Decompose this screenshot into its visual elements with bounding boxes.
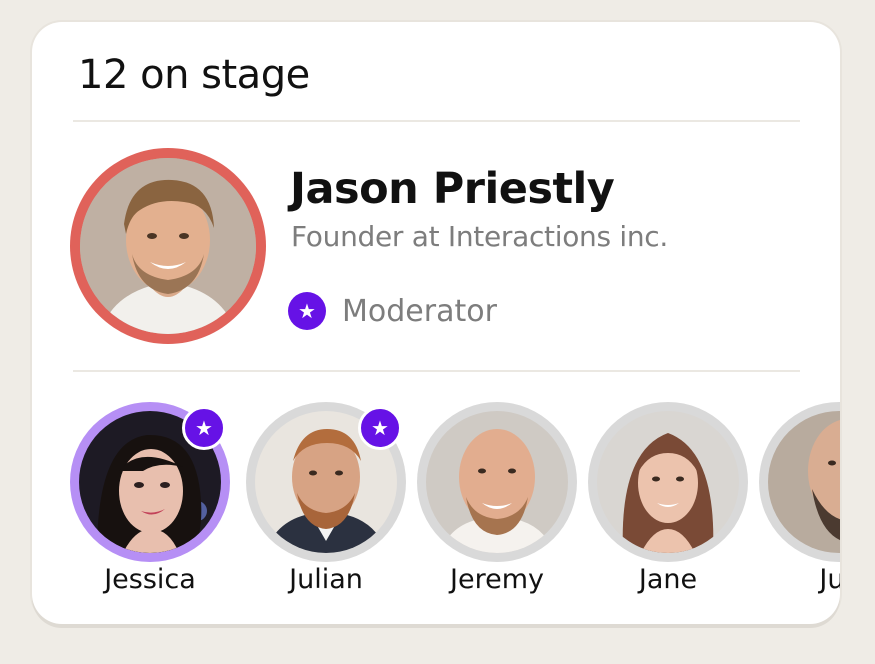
speaker-name: Jane [638,564,698,595]
speaker-name: Jessica [104,564,196,595]
host-name: Jason Priestly [290,164,615,214]
host-role: Founder at Interactions inc. [291,220,668,253]
speaker-jane[interactable]: Jane [588,402,748,612]
speakers-row: ★ Jessica ★ Julian Jeremy Jane Ju [32,402,840,622]
speaker-name: Julian [289,564,363,595]
host-photo [80,158,256,334]
stage-card: 12 on stage Jason Priestly Founder at In… [32,22,840,624]
moderator-tag: ★ Moderator [288,292,497,330]
host-avatar[interactable] [70,148,266,344]
divider [73,370,800,372]
speaker-jus[interactable]: Jus [759,402,840,612]
stage-title: 12 on stage [78,52,310,98]
divider [73,120,800,122]
star-icon: ★ [358,406,402,450]
speaker-name: Jeremy [450,564,544,595]
moderator-label: Moderator [342,293,497,329]
avatar [426,411,568,553]
speaker-jeremy[interactable]: Jeremy [417,402,577,612]
speaker-name: Jus [819,564,840,595]
speaker-julian[interactable]: ★ Julian [246,402,406,612]
avatar [597,411,739,553]
star-icon: ★ [288,292,326,330]
star-icon: ★ [182,406,226,450]
speaker-jessica[interactable]: ★ Jessica [70,402,230,612]
